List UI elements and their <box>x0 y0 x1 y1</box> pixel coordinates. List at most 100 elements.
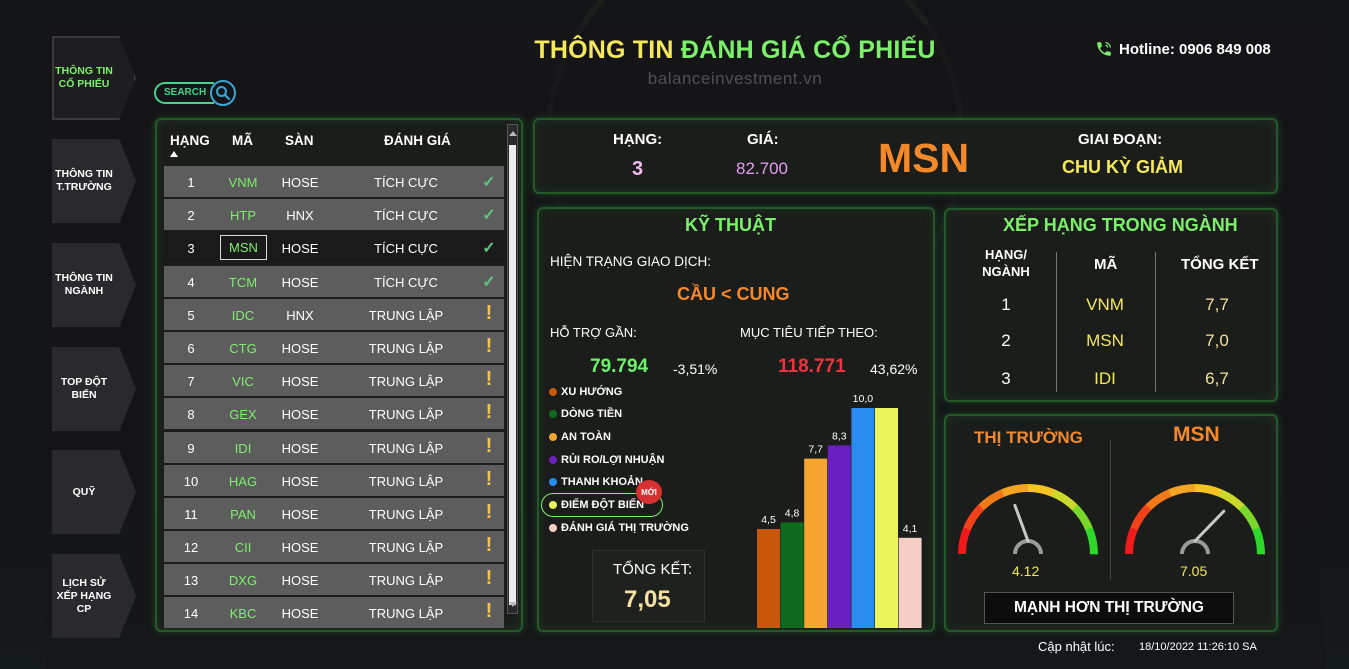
stock-gauge-value: 7.05 <box>1180 563 1208 579</box>
table-row[interactable]: 3 MSN HOSE TÍCH CỰC ✓ <box>164 232 504 264</box>
stock-table-scrollbar[interactable] <box>507 124 518 614</box>
search-button[interactable]: SEARCH <box>154 80 237 106</box>
sidebar-item-industry-info[interactable]: THÔNG TIN NGÀNH <box>52 243 136 327</box>
gauge-needle <box>1013 503 1030 543</box>
table-row[interactable]: 10 HAG HOSE TRUNG LẬP! <box>164 464 504 496</box>
warning-icon: ! <box>485 334 493 357</box>
cell-eval: TRUNG LẬP <box>368 340 444 356</box>
gauge-divider <box>1110 440 1111 580</box>
column-header-exchange[interactable]: SÀN <box>285 133 314 148</box>
cell-code: KBC <box>229 606 257 622</box>
chart-data-label: 4,8 <box>785 507 800 519</box>
table-row[interactable]: 13 DXG HOSE TRUNG LẬP! <box>164 564 504 596</box>
table-row[interactable]: 14 KBC HOSE TRUNG LẬP! <box>164 597 504 629</box>
cell-code: HTP <box>230 208 256 224</box>
sidebar-item-top-breakout[interactable]: TOP ĐỘT BIẾN <box>52 347 136 431</box>
scrollbar-thumb[interactable] <box>509 145 516 605</box>
column-header-industry-rank: HẠNG/ NGÀNH <box>974 246 1038 280</box>
sidebar-item-stock-info[interactable]: THÔNG TIN CỔ PHIẾU <box>52 36 136 120</box>
gauge-arc <box>1085 527 1098 555</box>
industry-code-cell: IDI <box>1094 369 1116 388</box>
scroll-down-icon[interactable] <box>509 602 517 607</box>
cell-code: TCM <box>228 274 258 290</box>
sidebar-item-rank-history[interactable]: LỊCH SỬ XẾP HẠNG CP <box>52 554 136 638</box>
legend-item: XU HƯỚNG <box>549 386 622 398</box>
table-row[interactable]: 9 IDI HOSE TRUNG LẬP! <box>164 431 504 463</box>
table-row[interactable]: 1 VNM HOSE TÍCH CỰC ✓ <box>164 166 504 197</box>
industry-code-cell: MSN <box>1086 331 1124 350</box>
cell-eval: TÍCH CỰC <box>374 274 438 290</box>
cell-exchange: HOSE <box>281 175 319 190</box>
warning-icon: ! <box>485 600 493 623</box>
cell-exchange: HOSE <box>281 573 319 589</box>
table-row[interactable]: 12 CII HOSE TRUNG LẬP! <box>164 531 504 563</box>
selected-stock-code: MSN <box>878 135 970 181</box>
legend-dot-icon <box>549 388 557 396</box>
scroll-up-icon[interactable] <box>509 131 517 136</box>
stock-gauge-label: MSN <box>1173 423 1220 446</box>
cell-exchange: HNX <box>286 307 314 323</box>
hotline-text: Hotline: 0906 849 008 <box>1119 40 1271 58</box>
legend-label: ĐÁNH GIÁ THỊ TRƯỜNG <box>561 522 689 534</box>
column-divider <box>1056 252 1057 392</box>
legend-item: DÒNG TIỀN <box>549 408 622 420</box>
check-icon: ✓ <box>482 207 496 225</box>
gauge-arc <box>958 526 971 555</box>
warning-icon: ! <box>485 467 493 490</box>
table-row[interactable]: 7 VIC HOSE TRUNG LẬP! <box>164 365 504 397</box>
cell-code: CTG <box>229 340 257 356</box>
page-title: THÔNG TIN ĐÁNH GIÁ CỔ PHIẾU <box>480 36 990 65</box>
cell-rank: 13 <box>183 573 199 589</box>
table-row[interactable]: 2 HTP HNX TÍCH CỰC ✓ <box>164 199 504 231</box>
update-time: 18/10/2022 11:26:10 SA <box>1139 641 1257 653</box>
industry-rank-cell: 1 <box>1001 295 1011 314</box>
industry-rank-cell: 3 <box>1001 369 1011 388</box>
table-row[interactable]: 4 TCM HOSE TÍCH CỰC ✓ <box>164 265 504 297</box>
sidebar-item-label: QUỸ <box>72 485 96 498</box>
table-row[interactable]: 8 GEX HOSE TRUNG LẬP! <box>164 398 504 430</box>
legend-dot-icon <box>549 410 557 418</box>
page-title-part1: THÔNG TIN <box>534 36 674 64</box>
hotline[interactable]: Hotline: 0906 849 008 <box>1095 40 1271 58</box>
table-row[interactable]: 5 IDC HNX TRUNG LẬP! <box>164 298 504 330</box>
legend-item: RỦI RO/LỢI NHUẬN <box>549 454 665 466</box>
legend-item: ĐÁNH GIÁ THỊ TRƯỜNG <box>549 522 689 534</box>
column-header-code[interactable]: MÃ <box>232 133 253 148</box>
phase-value: CHU KỲ GIẢM <box>1062 157 1183 177</box>
sidebar-item-funds[interactable]: QUỸ <box>52 450 136 534</box>
gauge-arc <box>1145 489 1172 511</box>
table-row[interactable]: 11 PAN HOSE TRUNG LẬP! <box>164 497 504 529</box>
cell-rank: 1 <box>187 175 195 190</box>
cell-eval: TRUNG LẬP <box>368 506 444 522</box>
warning-icon: ! <box>485 567 493 590</box>
cell-rank: 10 <box>183 473 199 489</box>
watermark-text: balanceinvestment.vn <box>647 69 823 88</box>
warning-icon: ! <box>485 534 493 557</box>
warning-icon: ! <box>485 500 493 523</box>
cell-eval: TÍCH CỰC <box>374 175 438 190</box>
cell-rank: 8 <box>187 407 195 423</box>
rank-value: 3 <box>632 158 644 180</box>
update-info: Cập nhật lúc: 18/10/2022 11:26:10 SA <box>1038 639 1257 654</box>
cell-eval: TRUNG LẬP <box>368 540 444 556</box>
chart-bar <box>780 522 804 628</box>
industry-total-cell: 6,7 <box>1205 369 1229 388</box>
header-line: HẠNG/ <box>985 247 1027 262</box>
gauge-arc <box>1218 489 1245 511</box>
cell-rank: 12 <box>183 540 199 556</box>
table-row[interactable]: 6 CTG HOSE TRUNG LẬP! <box>164 331 504 363</box>
legend-item: AN TOÀN <box>549 431 611 443</box>
column-header-eval[interactable]: ĐÁNH GIÁ <box>384 133 451 148</box>
gauge-arc <box>1071 504 1093 531</box>
cell-rank: 5 <box>187 307 195 323</box>
gauge-arc <box>1130 504 1152 531</box>
chart-data-label: 7,7 <box>808 444 823 456</box>
phase-label: GIAI ĐOẠN: <box>1078 131 1163 148</box>
page-title-part2: ĐÁNH GIÁ CỔ PHIẾU <box>680 36 936 64</box>
column-header-rank[interactable]: HẠNG <box>170 133 210 148</box>
sidebar-item-market-info[interactable]: THÔNG TIN T.TRƯỜNG <box>52 139 136 223</box>
gauge-arc <box>1027 484 1056 497</box>
chart-bar <box>757 529 780 628</box>
score-bar-chart: 4,5 4,8 7,7 8,3 10,0 4,1 <box>757 393 922 628</box>
cell-eval: TÍCH CỰC <box>374 208 438 224</box>
